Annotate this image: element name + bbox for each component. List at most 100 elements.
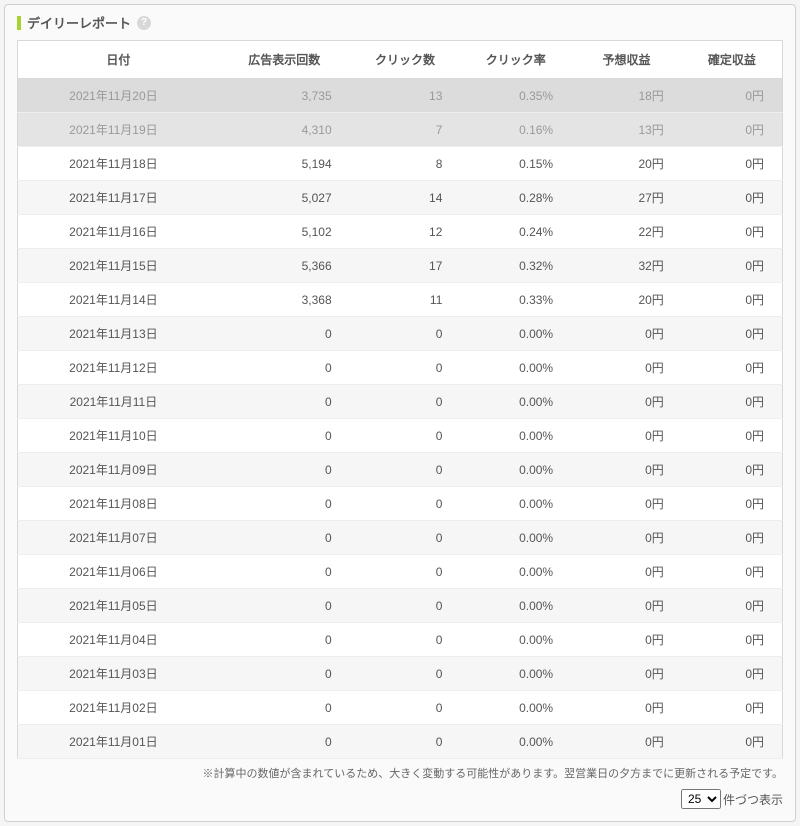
- panel-header: デイリーレポート ?: [17, 13, 783, 32]
- cell-fixed: 0円: [682, 657, 783, 691]
- cell-clicks: 0: [350, 351, 461, 385]
- cell-date: 2021年11月15日: [18, 249, 219, 283]
- col-confirmed: 確定収益: [682, 41, 783, 79]
- cell-impressions: 4,310: [219, 113, 350, 147]
- cell-impressions: 3,368: [219, 283, 350, 317]
- cell-est: 0円: [571, 487, 682, 521]
- cell-clicks: 17: [350, 249, 461, 283]
- cell-date: 2021年11月16日: [18, 215, 219, 249]
- cell-date: 2021年11月01日: [18, 725, 219, 759]
- cell-ctr: 0.00%: [460, 589, 571, 623]
- table-row: 2021年11月18日5,19480.15%20円0円: [18, 147, 783, 181]
- cell-date: 2021年11月20日: [18, 79, 219, 113]
- cell-fixed: 0円: [682, 521, 783, 555]
- cell-est: 20円: [571, 283, 682, 317]
- cell-est: 0円: [571, 385, 682, 419]
- cell-impressions: 0: [219, 317, 350, 351]
- page-size-select[interactable]: 25: [681, 789, 721, 809]
- cell-fixed: 0円: [682, 215, 783, 249]
- cell-clicks: 12: [350, 215, 461, 249]
- cell-fixed: 0円: [682, 317, 783, 351]
- cell-impressions: 5,366: [219, 249, 350, 283]
- table-row: 2021年11月02日000.00%0円0円: [18, 691, 783, 725]
- table-row: 2021年11月12日000.00%0円0円: [18, 351, 783, 385]
- cell-fixed: 0円: [682, 181, 783, 215]
- cell-clicks: 0: [350, 385, 461, 419]
- cell-date: 2021年11月10日: [18, 419, 219, 453]
- daily-report-table: 日付 広告表示回数 クリック数 クリック率 予想収益 確定収益 2021年11月…: [17, 40, 783, 759]
- table-row: 2021年11月16日5,102120.24%22円0円: [18, 215, 783, 249]
- cell-fixed: 0円: [682, 623, 783, 657]
- cell-ctr: 0.00%: [460, 385, 571, 419]
- cell-fixed: 0円: [682, 691, 783, 725]
- cell-impressions: 0: [219, 623, 350, 657]
- cell-impressions: 0: [219, 487, 350, 521]
- cell-ctr: 0.00%: [460, 521, 571, 555]
- cell-impressions: 0: [219, 555, 350, 589]
- cell-fixed: 0円: [682, 555, 783, 589]
- table-row: 2021年11月06日000.00%0円0円: [18, 555, 783, 589]
- cell-impressions: 0: [219, 657, 350, 691]
- cell-clicks: 7: [350, 113, 461, 147]
- cell-clicks: 11: [350, 283, 461, 317]
- cell-impressions: 0: [219, 385, 350, 419]
- cell-clicks: 0: [350, 623, 461, 657]
- cell-est: 0円: [571, 521, 682, 555]
- cell-fixed: 0円: [682, 351, 783, 385]
- cell-ctr: 0.28%: [460, 181, 571, 215]
- cell-fixed: 0円: [682, 487, 783, 521]
- pager: 25 件づつ表示: [17, 789, 783, 809]
- cell-ctr: 0.00%: [460, 657, 571, 691]
- cell-clicks: 0: [350, 725, 461, 759]
- cell-est: 27円: [571, 181, 682, 215]
- cell-est: 13円: [571, 113, 682, 147]
- cell-est: 0円: [571, 351, 682, 385]
- cell-impressions: 0: [219, 521, 350, 555]
- cell-ctr: 0.15%: [460, 147, 571, 181]
- cell-clicks: 14: [350, 181, 461, 215]
- cell-impressions: 5,027: [219, 181, 350, 215]
- cell-date: 2021年11月08日: [18, 487, 219, 521]
- col-clicks: クリック数: [350, 41, 461, 79]
- table-header-row: 日付 広告表示回数 クリック数 クリック率 予想収益 確定収益: [18, 41, 783, 79]
- table-row: 2021年11月14日3,368110.33%20円0円: [18, 283, 783, 317]
- cell-date: 2021年11月07日: [18, 521, 219, 555]
- cell-impressions: 0: [219, 691, 350, 725]
- cell-ctr: 0.00%: [460, 351, 571, 385]
- cell-clicks: 0: [350, 453, 461, 487]
- cell-impressions: 0: [219, 351, 350, 385]
- cell-fixed: 0円: [682, 453, 783, 487]
- table-row: 2021年11月05日000.00%0円0円: [18, 589, 783, 623]
- cell-fixed: 0円: [682, 589, 783, 623]
- table-row: 2021年11月15日5,366170.32%32円0円: [18, 249, 783, 283]
- cell-date: 2021年11月14日: [18, 283, 219, 317]
- table-row: 2021年11月10日000.00%0円0円: [18, 419, 783, 453]
- cell-fixed: 0円: [682, 79, 783, 113]
- cell-est: 0円: [571, 453, 682, 487]
- cell-ctr: 0.24%: [460, 215, 571, 249]
- cell-est: 0円: [571, 419, 682, 453]
- table-row: 2021年11月03日000.00%0円0円: [18, 657, 783, 691]
- cell-date: 2021年11月12日: [18, 351, 219, 385]
- cell-date: 2021年11月02日: [18, 691, 219, 725]
- cell-date: 2021年11月17日: [18, 181, 219, 215]
- pager-suffix: 件づつ表示: [723, 791, 783, 808]
- accent-bar-icon: [17, 16, 21, 30]
- cell-date: 2021年11月13日: [18, 317, 219, 351]
- cell-ctr: 0.00%: [460, 691, 571, 725]
- table-row: 2021年11月07日000.00%0円0円: [18, 521, 783, 555]
- cell-fixed: 0円: [682, 725, 783, 759]
- panel-title: デイリーレポート: [27, 13, 131, 32]
- cell-fixed: 0円: [682, 283, 783, 317]
- help-icon[interactable]: ?: [137, 16, 151, 30]
- table-row: 2021年11月17日5,027140.28%27円0円: [18, 181, 783, 215]
- cell-ctr: 0.32%: [460, 249, 571, 283]
- cell-fixed: 0円: [682, 147, 783, 181]
- cell-ctr: 0.35%: [460, 79, 571, 113]
- footnote: ※計算中の数値が含まれているため、大きく変動する可能性があります。翌営業日の夕方…: [17, 765, 783, 781]
- table-row: 2021年11月01日000.00%0円0円: [18, 725, 783, 759]
- cell-est: 32円: [571, 249, 682, 283]
- table-row: 2021年11月19日4,31070.16%13円0円: [18, 113, 783, 147]
- col-estimated: 予想収益: [571, 41, 682, 79]
- cell-date: 2021年11月03日: [18, 657, 219, 691]
